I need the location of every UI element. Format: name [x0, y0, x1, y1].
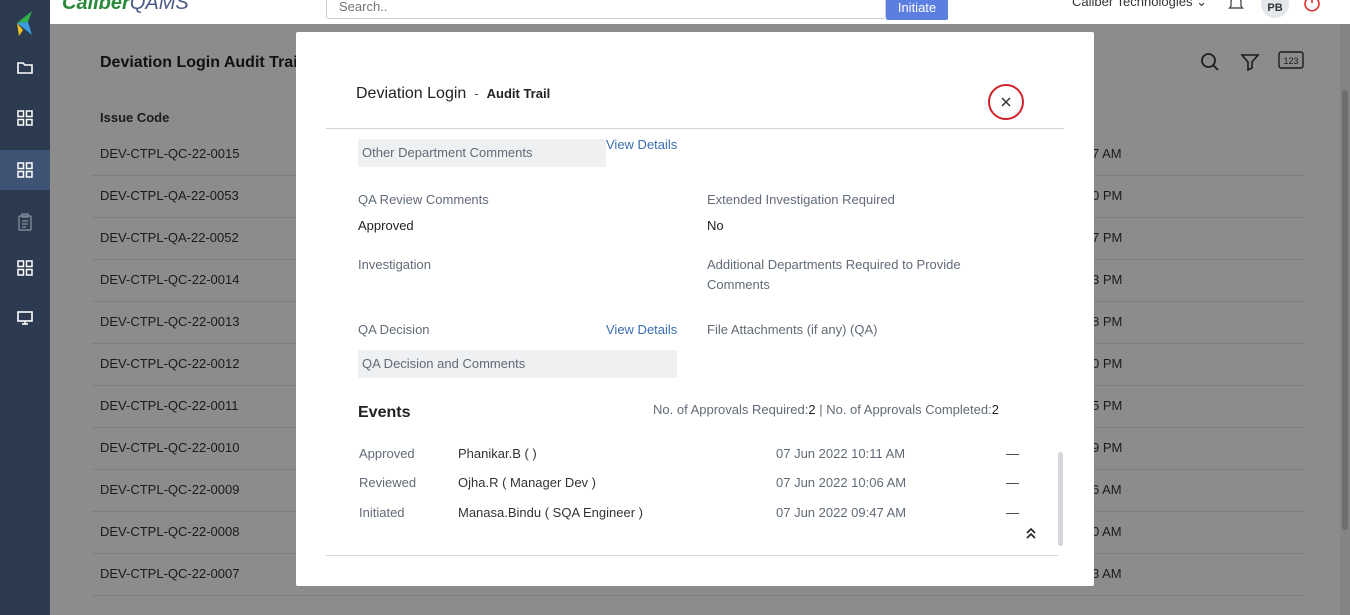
extended-investigation-label: Extended Investigation Required	[707, 192, 895, 207]
modal-scrollbar[interactable]	[1058, 452, 1063, 546]
grid-icon	[17, 110, 33, 126]
bell-icon[interactable]	[1227, 0, 1245, 12]
sidebar-item-active-module[interactable]	[0, 150, 50, 190]
close-icon	[1001, 97, 1011, 107]
initiate-button[interactable]: Initiate	[886, 0, 948, 20]
monitor-icon	[17, 311, 33, 325]
close-button[interactable]	[988, 84, 1024, 120]
qa-review-value: Approved	[358, 218, 414, 233]
event-row: Initiated Manasa.Bindu ( SQA Engineer ) …	[359, 505, 1019, 520]
event-row: Reviewed Ojha.R ( Manager Dev ) 07 Jun 2…	[359, 475, 1019, 490]
sidebar-item-dashboard[interactable]	[0, 98, 50, 138]
extended-investigation-value: No	[707, 218, 724, 233]
file-attachments-label: File Attachments (if any) (QA)	[707, 322, 878, 337]
approvals-summary: No. of Approvals Required:2 | No. of App…	[653, 402, 999, 417]
top-bar: CaliberQAMS Initiate Caliber Technologie…	[50, 0, 1350, 24]
sidebar-item-folder[interactable]	[0, 48, 50, 88]
investigation-label: Investigation	[358, 257, 431, 272]
org-selector[interactable]: Caliber Technologies ⌄	[1072, 0, 1207, 10]
sidebar-item-reports[interactable]	[0, 248, 50, 288]
folder-icon	[17, 62, 33, 74]
scroll-to-top-icon[interactable]	[1024, 526, 1038, 540]
search-input[interactable]	[326, 0, 886, 19]
sidebar-item-tasks[interactable]	[0, 202, 50, 242]
view-details-link-other-dept[interactable]: View Details	[606, 137, 677, 152]
modal-divider	[326, 128, 1064, 129]
view-details-link-qa-decision[interactable]: View Details	[606, 322, 677, 337]
chevron-down-icon: ⌄	[1196, 0, 1207, 9]
modal-bottom-divider	[326, 555, 1058, 556]
power-icon[interactable]	[1303, 0, 1321, 12]
additional-depts-label: Additional Departments Required to Provi…	[707, 257, 961, 292]
grid-icon	[17, 162, 33, 178]
event-row: Approved Phanikar.B ( ) 07 Jun 2022 10:1…	[359, 446, 1019, 461]
avatar[interactable]: PB	[1261, 0, 1289, 18]
modal-title: Deviation Login - Audit Trail	[356, 85, 551, 102]
other-dept-comments-box: Other Department Comments	[358, 139, 606, 167]
sidebar	[0, 0, 50, 615]
app-logo-icon[interactable]	[14, 8, 36, 38]
audit-trail-modal: Deviation Login - Audit Trail Other Depart…	[296, 32, 1094, 586]
brand-logo[interactable]: CaliberQAMS	[62, 0, 189, 15]
clipboard-icon	[18, 213, 32, 231]
qa-decision-comments-box: QA Decision and Comments	[358, 350, 677, 378]
events-heading: Events	[358, 404, 411, 421]
sidebar-item-monitor[interactable]	[0, 298, 50, 338]
qa-decision-label: QA Decision	[358, 322, 430, 337]
qa-review-label: QA Review Comments	[358, 192, 489, 207]
grid-icon	[17, 260, 33, 276]
